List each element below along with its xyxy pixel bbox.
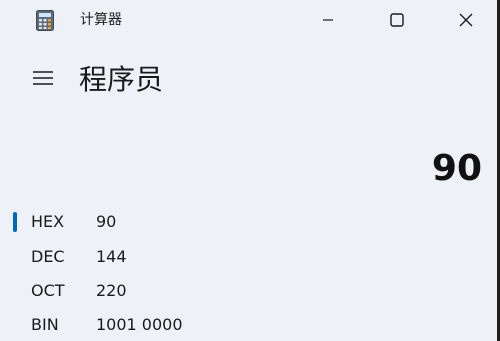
radix-label: DEC — [31, 247, 65, 266]
radix-value: 144 — [96, 247, 127, 266]
radix-value: 90 — [96, 212, 117, 231]
window-title: 计算器 — [80, 12, 122, 28]
calculator-icon — [36, 10, 54, 31]
close-button[interactable] — [443, 0, 489, 40]
minimize-icon — [322, 14, 334, 26]
display-value: 90 — [431, 148, 482, 189]
title-bar[interactable]: 计算器 — [0, 0, 497, 40]
radix-value: 220 — [96, 281, 127, 300]
selected-indicator — [13, 212, 17, 232]
radix-row-dec[interactable]: DEC 144 — [0, 239, 497, 273]
close-icon — [459, 13, 473, 27]
radix-row-bin[interactable]: BIN 1001 0000 — [0, 307, 497, 341]
minimize-button[interactable] — [305, 0, 351, 40]
radix-label: OCT — [31, 281, 65, 300]
radix-label: BIN — [31, 315, 59, 334]
radix-label: HEX — [31, 212, 65, 231]
hamburger-menu-icon — [32, 70, 54, 90]
calculator-window: 计算器 程序员 90 HEX 90 DEC 144 OCT 220 BIN 10… — [0, 0, 497, 341]
maximize-icon — [390, 13, 404, 27]
radix-row-hex[interactable]: HEX 90 — [0, 204, 497, 238]
mode-title: 程序员 — [79, 63, 164, 96]
radix-row-oct[interactable]: OCT 220 — [0, 273, 497, 307]
maximize-button[interactable] — [374, 0, 420, 40]
navigation-menu-button[interactable] — [24, 62, 62, 98]
radix-value: 1001 0000 — [96, 315, 183, 334]
